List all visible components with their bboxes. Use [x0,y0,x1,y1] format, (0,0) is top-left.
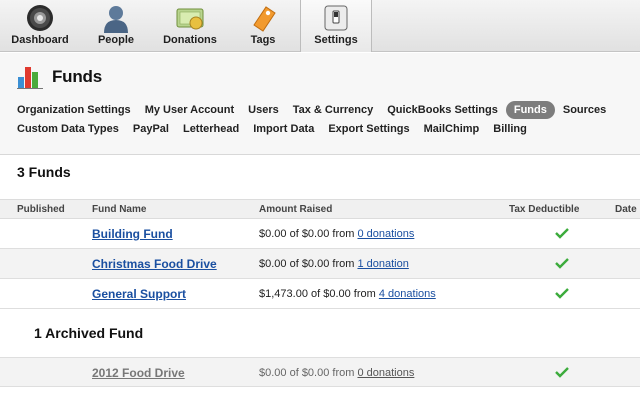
subnav-letterhead[interactable]: Letterhead [183,120,239,138]
nav-dashboard[interactable]: Dashboard [10,0,70,52]
donations-link[interactable]: 4 donations [379,288,436,300]
nav-tags-label: Tags [250,34,276,46]
bar-chart-icon [17,67,43,89]
nav-donations-label: Donations [163,34,217,46]
donations-link[interactable]: 1 donation [357,258,408,270]
col-published: Published [17,204,65,215]
subnav-my-user-account[interactable]: My User Account [145,101,234,119]
settings-subnav-row-2: Custom Data Types PayPal Letterhead Import … [17,120,541,138]
nav-settings[interactable]: Settings [300,0,372,52]
fund-name-link[interactable]: Christmas Food Drive [92,257,217,271]
settings-header: Funds Organization Settings My User Accou… [0,53,640,155]
nav-dashboard-label: Dashboard [11,34,69,46]
col-amount-raised: Amount Raised [259,204,333,215]
subnav-funds[interactable]: Funds [505,101,555,119]
col-fund-name: Fund Name [92,204,147,215]
subnav-tax-currency[interactable]: Tax & Currency [293,101,374,119]
subnav-sources[interactable]: Sources [563,101,606,119]
subnav-organization-settings[interactable]: Organization Settings [17,101,131,119]
col-tax-deductible: Tax Deductible [509,204,580,215]
nav-tags[interactable]: Tags [240,0,286,52]
donations-link[interactable]: 0 donations [357,367,414,379]
fund-name-link[interactable]: Building Fund [92,227,173,241]
tag-icon [253,6,276,32]
table-row: General Support $1,473.00 of $0.00 from … [0,279,640,309]
subnav-users[interactable]: Users [248,101,279,119]
amount-text: $0.00 of $0.00 from [259,228,355,240]
switch-icon [324,5,348,31]
amount-raised: $0.00 of $0.00 from 1 donation [259,258,409,270]
nav-people[interactable]: People [90,0,142,52]
amount-text: $0.00 of $0.00 from [259,258,355,270]
page-title: Funds [52,67,102,86]
checkmark-icon [555,367,569,378]
subnav-quickbooks-settings[interactable]: QuickBooks Settings [387,101,498,119]
table-row: 2012 Food Drive $0.00 of $0.00 from 0 do… [0,357,640,387]
nav-donations[interactable]: Donations [158,0,222,52]
checkmark-icon [555,228,569,239]
amount-raised: $1,473.00 of $0.00 from 4 donations [259,288,436,300]
subnav-export-settings[interactable]: Export Settings [328,120,409,138]
dashboard-gauge-icon [27,5,53,31]
subnav-custom-data-types[interactable]: Custom Data Types [17,120,119,138]
subnav-import-data[interactable]: Import Data [253,120,314,138]
subnav-mailchimp[interactable]: MailChimp [424,120,480,138]
subnav-paypal[interactable]: PayPal [133,120,169,138]
nav-settings-label: Settings [314,34,358,46]
amount-raised: $0.00 of $0.00 from 0 donations [259,228,414,240]
amount-text: $1,473.00 of $0.00 from [259,288,376,300]
top-nav: Dashboard People Donations Tags Settings [0,0,640,52]
checkmark-icon [555,288,569,299]
settings-subnav-row-1: Organization Settings My User Account User… [17,101,620,119]
funds-count-title: 3 Funds [17,164,71,180]
fund-name-link[interactable]: 2012 Food Drive [92,366,185,380]
funds-table-header: Published Fund Name Amount Raised Tax De… [0,199,640,219]
table-row: Building Fund $0.00 of $0.00 from 0 dona… [0,219,640,249]
donations-link[interactable]: 0 donations [357,228,414,240]
person-icon [104,6,128,33]
subnav-billing[interactable]: Billing [493,120,527,138]
col-date: Date [615,204,637,215]
fund-name-link[interactable]: General Support [92,287,186,301]
amount-text: $0.00 of $0.00 from [259,367,355,379]
nav-people-label: People [97,34,135,46]
table-row: Christmas Food Drive $0.00 of $0.00 from… [0,249,640,279]
money-icon [176,8,204,30]
archived-count-title: 1 Archived Fund [34,325,144,341]
checkmark-icon [555,258,569,269]
amount-raised: $0.00 of $0.00 from 0 donations [259,367,414,379]
